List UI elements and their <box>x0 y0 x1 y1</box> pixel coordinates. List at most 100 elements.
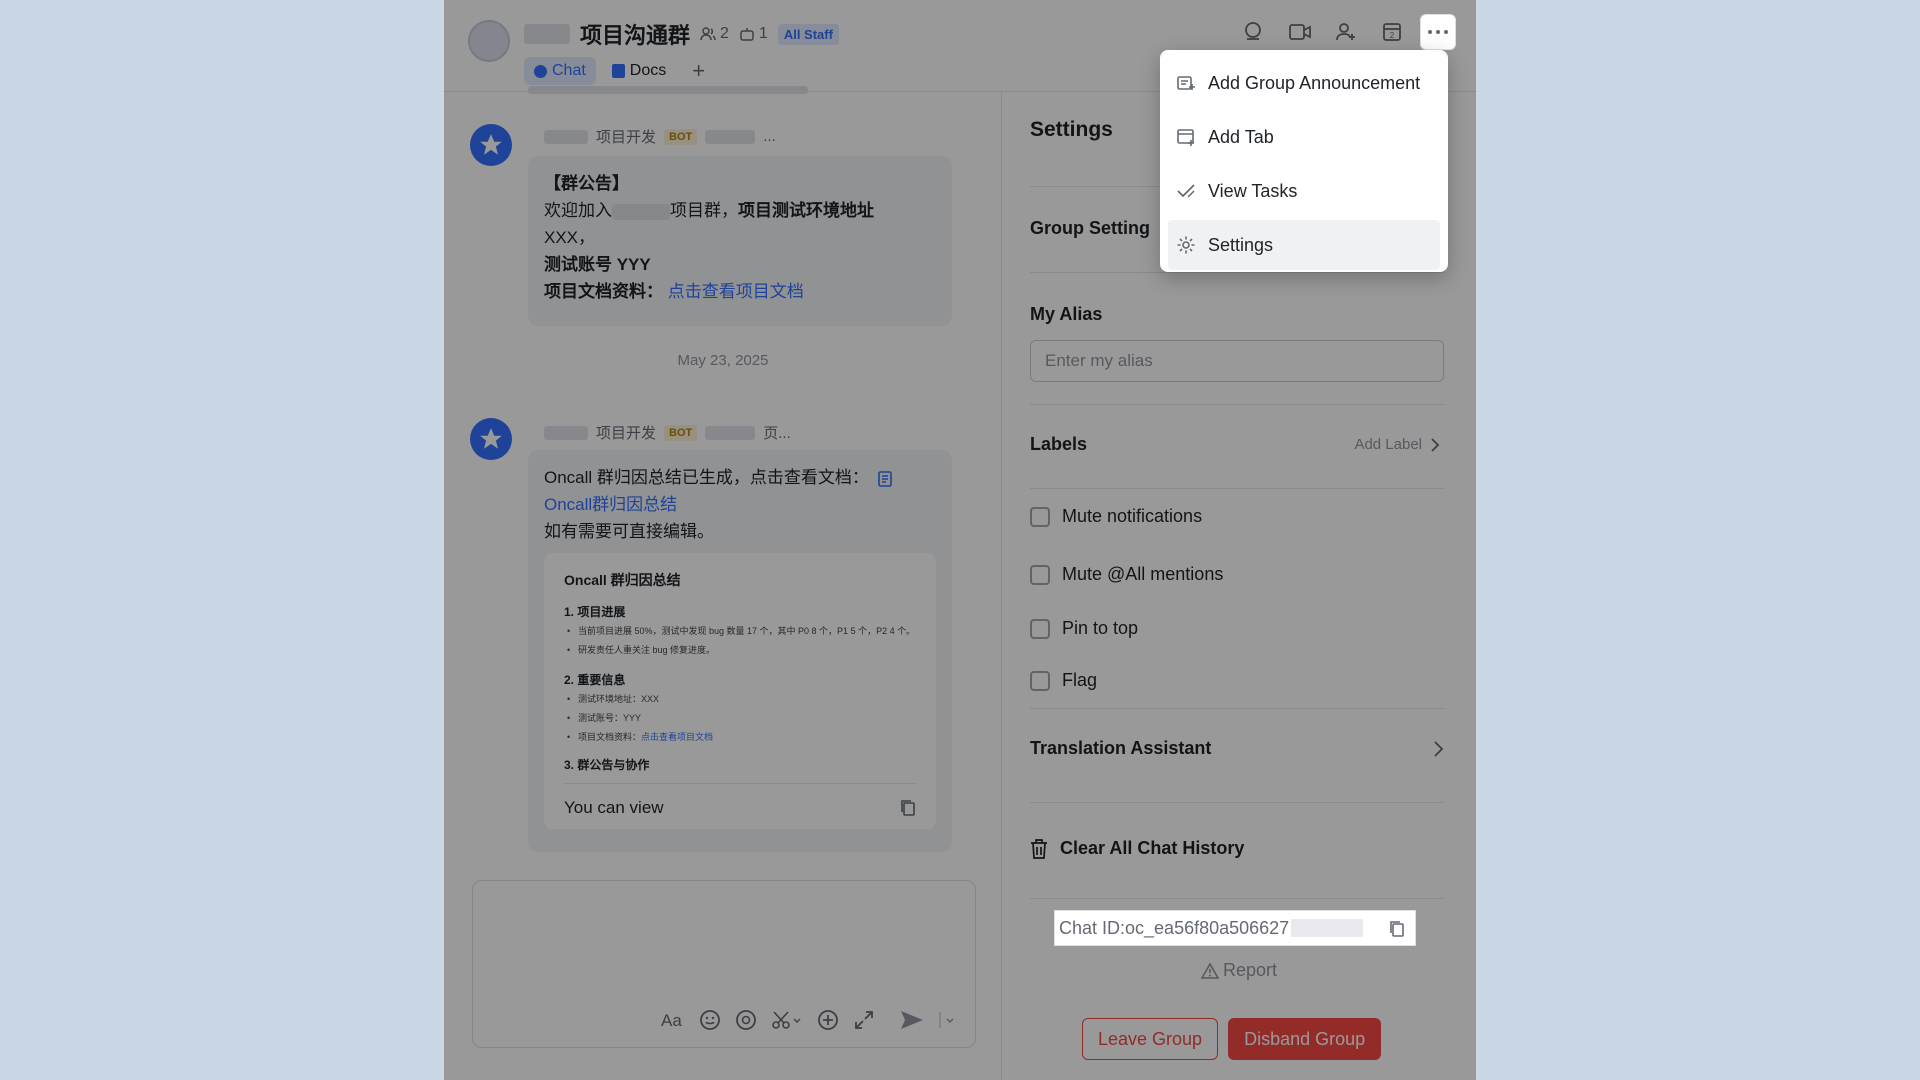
announcement-doc-label: 项目文档资料： <box>544 282 663 301</box>
chat-tabs: Chat Docs + <box>524 57 715 85</box>
doc-list-item: 当前项目进展 50%，测试中发现 bug 数量 17 个，其中 P0 8 个，P… <box>564 622 916 641</box>
calendar-button[interactable]: 2 <box>1374 14 1410 50</box>
emoji-icon[interactable] <box>699 1009 721 1031</box>
message-composer[interactable]: Aa <box>472 880 976 1048</box>
menu-item-add-tab[interactable]: Add Tab <box>1168 112 1440 162</box>
star-icon <box>480 134 502 155</box>
pin-to-top-checkbox[interactable] <box>1030 618 1050 639</box>
announcement-icon <box>1177 76 1195 90</box>
divider <box>1030 802 1444 803</box>
divider <box>1030 404 1444 405</box>
redacted-text <box>524 24 570 44</box>
project-doc-link[interactable]: 点击查看项目文档 <box>668 282 804 301</box>
report-label: Report <box>1222 960 1278 980</box>
summary-text2: 如有需要可直接编辑。 <box>544 522 714 541</box>
clear-history-label: Clear All Chat History <box>1060 838 1245 858</box>
screenshot-icon[interactable] <box>771 1009 803 1031</box>
redacted-text <box>1291 919 1364 937</box>
star-icon <box>480 428 502 449</box>
bot-avatar[interactable] <box>470 418 512 460</box>
group-title[interactable]: 项目沟通群 <box>580 18 690 50</box>
add-tab-button[interactable]: + <box>682 58 715 84</box>
add-tab-icon <box>1177 129 1194 146</box>
sender-name[interactable]: 项目开发 <box>596 422 656 443</box>
add-member-button[interactable] <box>1328 14 1364 50</box>
add-icon[interactable] <box>817 1009 839 1031</box>
add-user-icon <box>1336 23 1355 41</box>
announcement-line2: XXX， <box>544 228 596 247</box>
redacted-text <box>705 129 756 144</box>
divider <box>1030 488 1444 489</box>
bot-badge: BOT <box>664 424 698 441</box>
send-options-icon[interactable] <box>939 1009 955 1031</box>
document-icon <box>877 470 892 487</box>
clear-history-button[interactable]: Clear All Chat History <box>1030 838 1244 859</box>
tab-chat[interactable]: Chat <box>524 57 596 85</box>
divider <box>1030 898 1444 899</box>
doc-list-label: 项目文档资料： <box>578 732 642 742</box>
flag-option[interactable]: Flag <box>1030 670 1097 691</box>
disband-group-button[interactable]: Disband Group <box>1228 1018 1382 1060</box>
member-count-value: 2 <box>720 25 729 42</box>
summary-bubble[interactable]: Oncall 群归因总结已生成，点击查看文档： Oncall群归因总结 如有需要… <box>528 450 952 852</box>
svg-text:Aa: Aa <box>661 1011 682 1030</box>
announcement-line1c: 项目测试环境地址 <box>738 201 874 220</box>
bot-badge: BOT <box>664 128 698 145</box>
mention-icon[interactable] <box>735 1009 757 1031</box>
doc-list-item: 研发责任人重关注 bug 修复进度。 <box>564 641 916 660</box>
announcement-bubble[interactable]: 【群公告】 欢迎加入 项目群，项目测试环境地址 XXX， 测试账号 YYY 项目文… <box>528 156 952 326</box>
add-label-button[interactable]: Add Label <box>1354 436 1440 453</box>
more-button[interactable] <box>1420 14 1456 50</box>
date-separator: May 23, 2025 <box>677 352 769 369</box>
leave-group-button[interactable]: Leave Group <box>1082 1018 1219 1060</box>
search-chat-button[interactable] <box>1236 14 1272 50</box>
all-staff-badge: All Staff <box>777 23 839 45</box>
doc-preview-card[interactable]: Oncall 群归因总结 1. 项目进展 当前项目进展 50%，测试中发现 bu… <box>544 553 936 829</box>
announcement-line1b: 项目群， <box>670 201 738 220</box>
report-link[interactable]: Report <box>1002 960 1476 981</box>
flag-checkbox[interactable] <box>1030 670 1050 691</box>
translation-assistant-row[interactable]: Translation Assistant <box>1030 738 1444 759</box>
copy-icon[interactable] <box>900 799 916 817</box>
redacted-text <box>612 203 670 220</box>
expand-icon[interactable] <box>853 1009 875 1031</box>
menu-item-add-announcement[interactable]: Add Group Announcement <box>1168 58 1440 108</box>
chat-panel: 项目开发 BOT ... 【群公告】 欢迎加入 项目群，项目测试环境地址 XXX，… <box>444 86 1002 1080</box>
send-icon[interactable] <box>899 1009 925 1031</box>
gear-icon <box>1177 236 1195 254</box>
labels-heading: Labels <box>1030 434 1088 454</box>
mute-all-mentions-checkbox[interactable] <box>1030 564 1050 585</box>
text-format-icon[interactable]: Aa <box>661 1010 685 1030</box>
menu-item-label: View Tasks <box>1208 180 1298 201</box>
oncall-summary-link[interactable]: Oncall群归因总结 <box>544 491 936 518</box>
mute-notifications-option[interactable]: Mute notifications <box>1030 506 1202 527</box>
doc-section-heading: 3. 群公告与协作 <box>564 758 650 772</box>
search-icon <box>1245 22 1261 40</box>
chat-id-text: Chat ID:oc_ea56f80a506627 <box>1059 917 1290 938</box>
menu-item-settings[interactable]: Settings <box>1168 220 1440 270</box>
sender-name[interactable]: 项目开发 <box>596 126 656 147</box>
group-setting-label[interactable]: Group Setting <box>1030 218 1150 239</box>
doc-list-link[interactable]: 点击查看项目文档 <box>641 732 713 742</box>
video-call-button[interactable] <box>1282 14 1318 50</box>
alias-input[interactable] <box>1030 340 1444 382</box>
menu-item-view-tasks[interactable]: View Tasks <box>1168 166 1440 216</box>
copy-icon[interactable] <box>1389 920 1405 938</box>
chevron-right-icon <box>1434 740 1444 757</box>
summary-text1: Oncall 群归因总结已生成，点击查看文档： <box>544 468 869 487</box>
group-avatar[interactable] <box>468 20 510 62</box>
divider <box>1030 272 1444 273</box>
title-row: 项目沟通群 2 1 All Staff <box>524 20 839 48</box>
mute-notifications-checkbox[interactable] <box>1030 506 1050 527</box>
bot-avatar[interactable] <box>470 124 512 166</box>
svg-text:2: 2 <box>1390 31 1395 40</box>
doc-list-item: 测试环境地址：XXX <box>564 690 916 709</box>
chat-id-field[interactable]: Chat ID:oc_ea56f80a506627 <box>1054 910 1416 946</box>
bot-count[interactable]: 1 <box>739 25 768 43</box>
mute-all-mentions-option[interactable]: Mute @All mentions <box>1030 564 1223 585</box>
redacted-text <box>544 129 588 144</box>
tab-docs[interactable]: Docs <box>602 57 676 85</box>
pin-to-top-option[interactable]: Pin to top <box>1030 618 1138 639</box>
member-count[interactable]: 2 <box>700 25 729 43</box>
add-label-text: Add Label <box>1354 436 1422 453</box>
